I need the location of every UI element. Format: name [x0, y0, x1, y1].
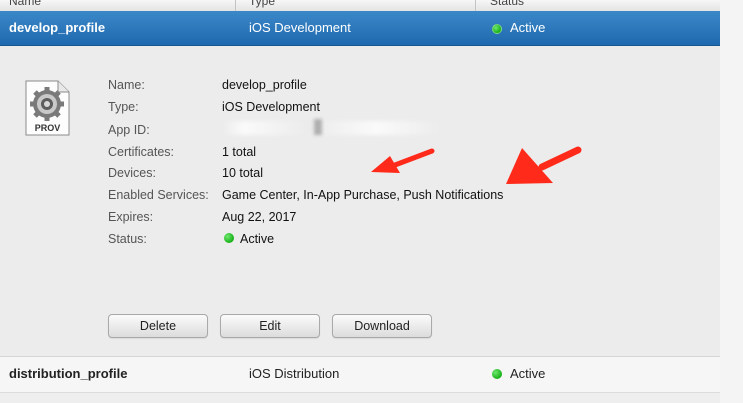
header-type[interactable]: Type — [249, 0, 275, 8]
redacted-app-id-mark — [314, 119, 322, 135]
row-name: develop_profile — [9, 20, 106, 35]
label-enabled-services: Enabled Services: — [108, 188, 209, 202]
value-enabled-services: Game Center, In-App Purchase, Push Notif… — [222, 188, 504, 202]
value-devices: 10 total — [222, 166, 264, 180]
label-devices: Devices: — [108, 166, 156, 180]
label-expires: Expires: — [108, 210, 154, 224]
profile-detail-panel: PROV Name: develop_profile Type: iOS Dev… — [0, 46, 720, 356]
value-status: Active — [240, 232, 275, 246]
status-active-icon — [492, 24, 502, 34]
row-name: distribution_profile — [9, 366, 128, 381]
status-active-icon — [224, 233, 234, 243]
value-type: iOS Development — [222, 100, 320, 114]
edit-button[interactable]: Edit — [220, 314, 320, 338]
row-type: iOS Development — [249, 20, 351, 35]
label-app-id: App ID: — [108, 123, 150, 137]
header-divider — [475, 0, 476, 11]
label-status: Status: — [108, 232, 147, 246]
value-expires: Aug 22, 2017 — [222, 210, 297, 224]
table-row-develop-profile[interactable]: develop_profile iOS Development Active — [0, 11, 720, 46]
redacted-app-id — [222, 121, 442, 135]
value-certificates: 1 total — [222, 145, 257, 159]
label-type: Type: — [108, 100, 139, 114]
label-certificates: Certificates: — [108, 145, 174, 159]
right-margin — [720, 0, 743, 403]
row-type: iOS Distribution — [249, 366, 340, 381]
value-name: develop_profile — [222, 78, 307, 92]
header-name[interactable]: Name — [9, 0, 41, 8]
download-button[interactable]: Download — [332, 314, 432, 338]
row-status: Active — [510, 366, 546, 381]
row-status: Active — [510, 20, 546, 35]
provisioning-profile-icon: PROV — [24, 80, 71, 137]
status-active-icon — [492, 369, 502, 379]
table-row-distribution-profile[interactable]: distribution_profile iOS Distribution Ac… — [0, 356, 720, 393]
header-divider — [235, 0, 236, 11]
label-name: Name: — [108, 78, 145, 92]
icon-label: PROV — [34, 123, 61, 133]
header-status[interactable]: Status — [490, 0, 524, 8]
delete-button[interactable]: Delete — [108, 314, 208, 338]
